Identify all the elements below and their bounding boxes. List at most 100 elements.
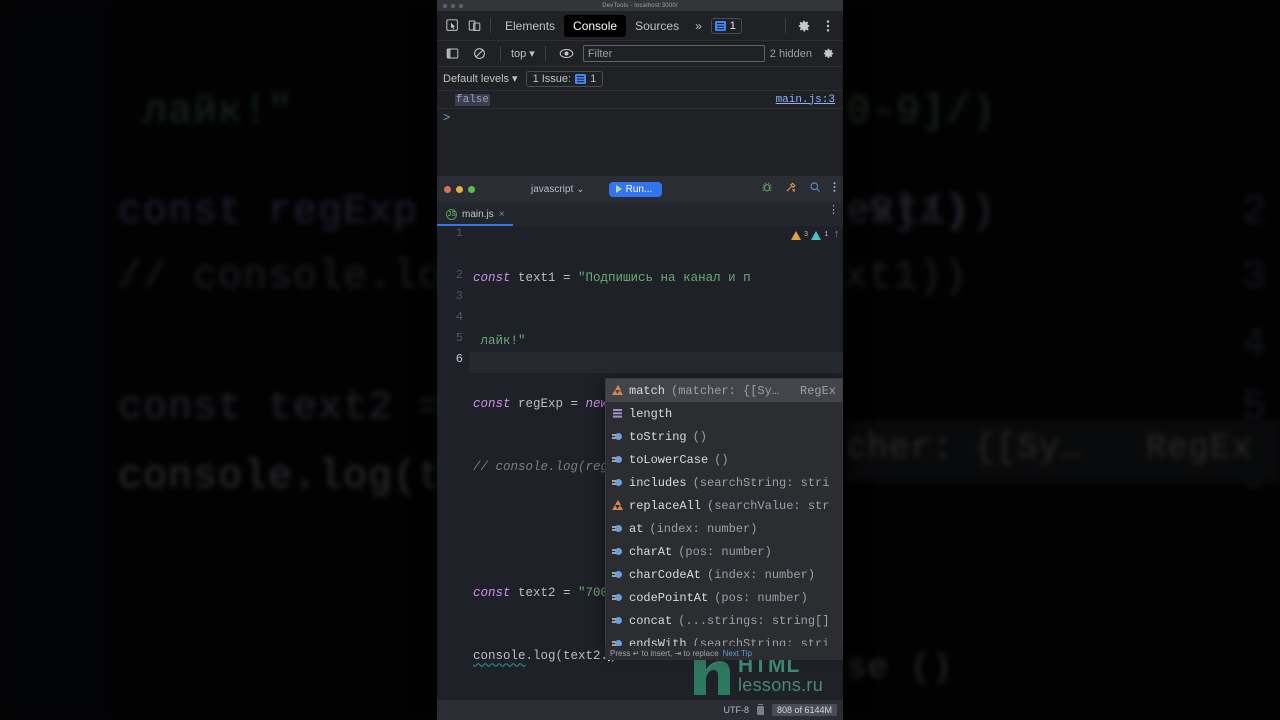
editor-tab-label: main.js: [462, 209, 494, 220]
issue-counter-number: 1: [590, 72, 597, 85]
console-log-source-link[interactable]: main.js:3: [776, 94, 835, 106]
issue-counter-label: 1 Issue:: [532, 72, 572, 85]
issues-badge[interactable]: 1: [710, 17, 742, 34]
kebab-menu-icon[interactable]: [817, 15, 839, 37]
more-tabs-icon[interactable]: »: [688, 19, 709, 33]
autocomplete-item[interactable]: toLowerCase (): [606, 448, 842, 471]
autocomplete-item[interactable]: toString (): [606, 425, 842, 448]
minimize-dot[interactable]: [456, 185, 463, 193]
autocomplete-item-name: charAt: [629, 544, 673, 559]
html-lessons-wordmark: HTML lessons.ru: [738, 655, 823, 694]
method-icon: [612, 431, 623, 442]
autocomplete-item-signature: (index: number): [649, 521, 758, 536]
method-icon: [612, 569, 623, 580]
ide-titlebar: javascript ⌄ Run...: [437, 176, 843, 202]
argument-text2: text2.: [563, 649, 609, 663]
issue-counter[interactable]: 1 Issue: 1: [525, 70, 604, 87]
object-console: console: [473, 649, 526, 663]
autocomplete-item-name: length: [629, 406, 673, 421]
method-icon: [612, 592, 623, 603]
inspection-widget[interactable]: 3 1 ↑: [790, 229, 840, 241]
autocomplete-item[interactable]: codePointAt (pos: number): [606, 586, 842, 609]
console-sidebar-icon[interactable]: [441, 43, 463, 65]
issues-count: 1: [729, 19, 736, 32]
autocomplete-item-signature: (searchValue: str: [707, 498, 830, 513]
autocomplete-item-signature: (matcher: {[Sy…: [671, 383, 780, 398]
kebab-menu-icon[interactable]: [833, 180, 836, 198]
ide-window-controls[interactable]: [444, 185, 475, 193]
kebab-menu-icon[interactable]: ⋮: [828, 205, 839, 216]
screen-root: лайк!" 2 const regExp = new RegExp(/[0-9…: [0, 0, 1280, 720]
autocomplete-item[interactable]: endsWith (searchString: stri: [606, 632, 842, 646]
line-number: 1: [455, 226, 463, 240]
issues-icon: [575, 73, 587, 84]
run-button-label: Run...: [625, 183, 653, 195]
watermark-subtitle: lessons.ru: [738, 674, 824, 695]
autocomplete-item[interactable]: at (index: number): [606, 517, 842, 540]
inspect-element-icon[interactable]: [441, 15, 463, 37]
default-levels-selector[interactable]: Default levels ▾: [443, 72, 518, 86]
search-icon[interactable]: [809, 180, 821, 198]
live-expression-icon[interactable]: [556, 43, 578, 65]
devtools-tabbar: Elements Console Sources » 1: [437, 11, 843, 41]
console-output: false main.js:3 >: [437, 91, 843, 127]
devtools-window-title: DevTools - localhost:3000/: [602, 2, 678, 9]
chevron-down-icon: ▾: [529, 48, 535, 60]
editor-tab-main-js[interactable]: JS main.js ×: [437, 206, 513, 226]
console-log-row[interactable]: false main.js:3: [437, 91, 843, 109]
autocomplete-item[interactable]: charAt (pos: number): [606, 540, 842, 563]
next-tip-link[interactable]: Next Tip: [723, 649, 752, 658]
debug-icon[interactable]: [761, 180, 773, 198]
console-prompt[interactable]: >: [437, 109, 843, 127]
line-number: 3: [455, 289, 463, 303]
tab-sources[interactable]: Sources: [626, 15, 688, 37]
filter-placeholder: Filter: [587, 47, 613, 60]
maximize-dot[interactable]: [468, 185, 475, 193]
clear-console-icon[interactable]: [468, 43, 490, 65]
gear-icon[interactable]: [793, 15, 815, 37]
autocomplete-item[interactable]: replaceAll (searchValue: str: [606, 494, 842, 517]
run-configuration-selector[interactable]: javascript ⌄: [531, 184, 585, 195]
autocomplete-item[interactable]: length: [606, 402, 842, 425]
autocomplete-item[interactable]: match (matcher: {[Sy… RegEx: [606, 379, 842, 402]
trash-icon[interactable]: [756, 703, 764, 715]
previous-problem-icon[interactable]: ↑: [833, 229, 840, 241]
close-dot[interactable]: [444, 185, 451, 193]
keyword-const: const: [473, 397, 511, 411]
autocomplete-item[interactable]: concat (...strings: string[]: [606, 609, 842, 632]
javascript-file-icon: JS: [446, 209, 457, 220]
operator-assign: =: [563, 586, 579, 600]
device-toolbar-icon[interactable]: [463, 15, 485, 37]
code-line-1: const text1 = "Подпишись на канал и п: [473, 268, 843, 289]
autocomplete-item-signature: (pos: number): [714, 590, 808, 605]
toolbar-divider: [785, 18, 786, 33]
autocomplete-popup[interactable]: match (matcher: {[Sy… RegEx length toStr…: [605, 378, 843, 647]
autocomplete-hint-bar: Press ↵ to insert, ⇥ to replace Next Tip: [605, 646, 843, 660]
tab-elements[interactable]: Elements: [496, 15, 564, 37]
console-log-value: false: [455, 93, 491, 106]
keyword-const: const: [473, 271, 511, 285]
console-context-selector[interactable]: top ▾: [511, 47, 535, 61]
console-settings-icon[interactable]: [817, 43, 839, 65]
warning-count: 3: [803, 231, 809, 239]
encoding-label[interactable]: UTF-8: [723, 705, 749, 715]
ide-editor-tabbar: JS main.js × ⋮: [437, 202, 843, 226]
build-tools-icon[interactable]: [785, 180, 797, 198]
autocomplete-item[interactable]: charCodeAt (index: number): [606, 563, 842, 586]
line-number: 2: [455, 268, 463, 282]
close-icon[interactable]: ×: [499, 209, 505, 220]
autocomplete-item-name: toLowerCase: [629, 452, 709, 467]
autocomplete-item-name: codePointAt: [629, 590, 709, 605]
chevron-down-icon: ▾: [512, 73, 518, 85]
tab-console[interactable]: Console: [564, 14, 627, 37]
memory-indicator[interactable]: 808 of 6144M: [771, 704, 837, 716]
editor-gutter: 1 2 3 4 5 6: [437, 226, 469, 700]
filter-input[interactable]: Filter: [582, 45, 765, 62]
code-line-1-wrapped: лайк!": [473, 331, 843, 352]
run-button[interactable]: Run...: [608, 181, 663, 197]
console-context-label: top: [511, 47, 527, 60]
autocomplete-item-name: includes: [629, 475, 687, 490]
default-levels-label: Default levels: [443, 72, 510, 85]
autocomplete-item-name: charCodeAt: [629, 567, 702, 582]
autocomplete-item[interactable]: includes (searchString: stri: [606, 471, 842, 494]
